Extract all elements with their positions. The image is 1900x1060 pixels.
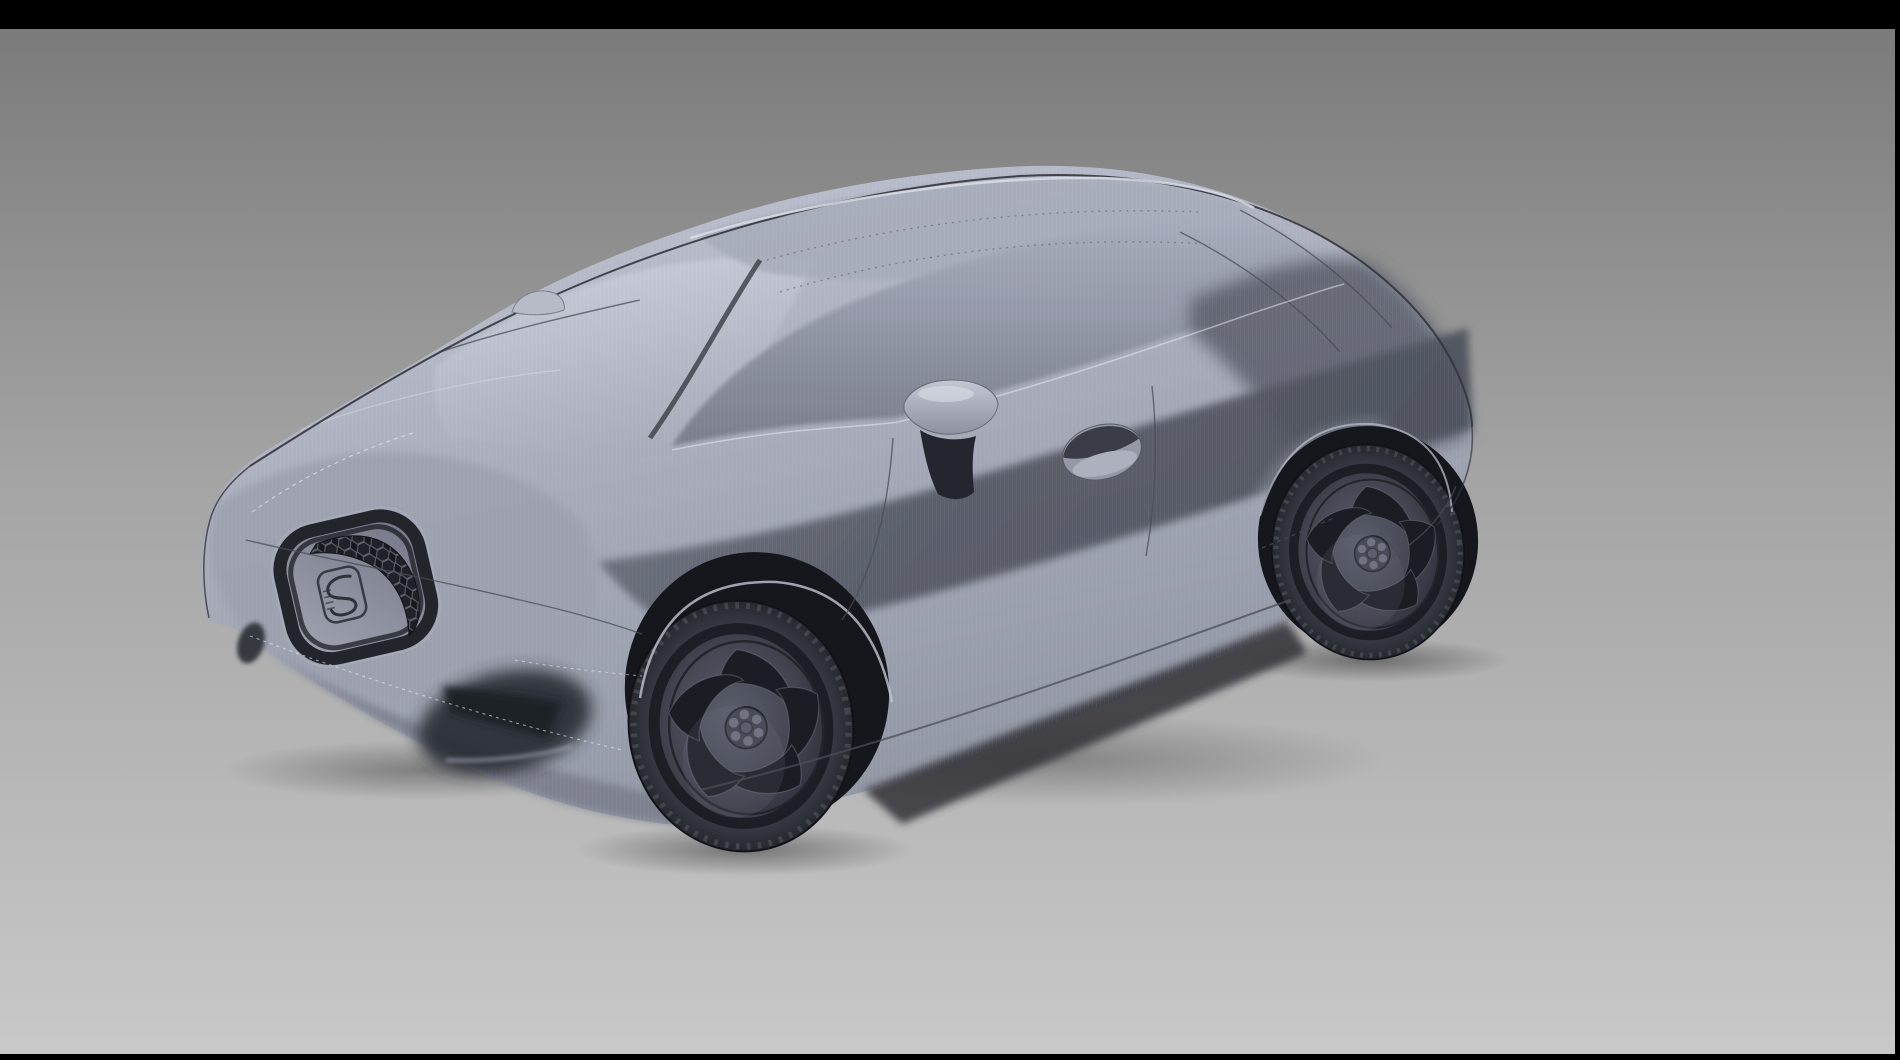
letterbox-right-bar [1895,0,1900,1060]
render-viewport-3d[interactable] [0,0,1900,1060]
letterbox-bottom-bar [0,1054,1900,1060]
letterbox-top-bar [0,0,1900,29]
